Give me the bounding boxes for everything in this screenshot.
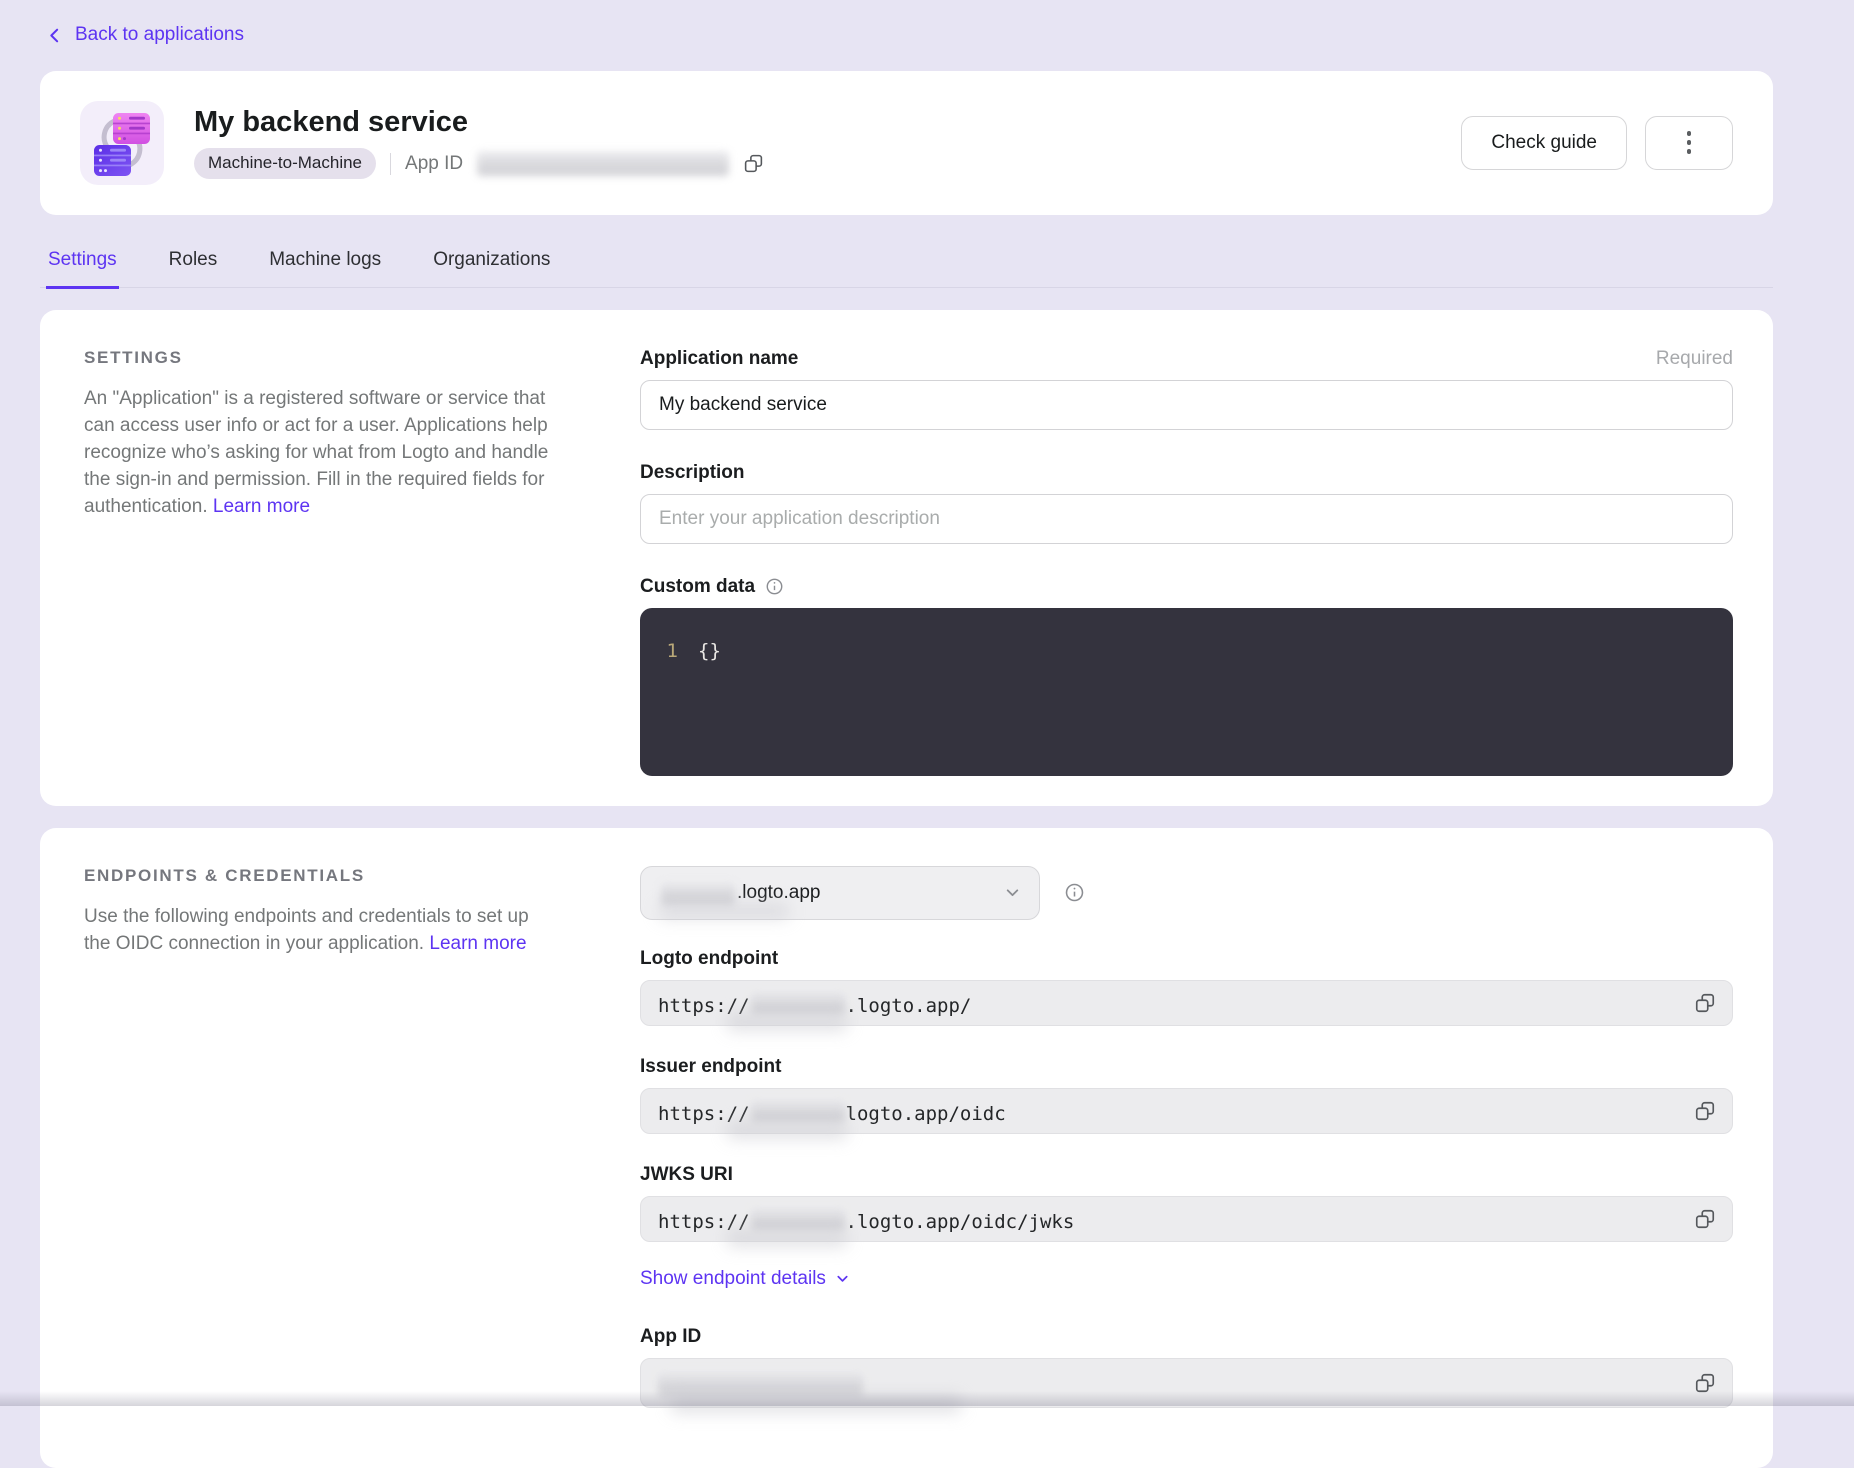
application-name-input[interactable] [640, 380, 1733, 430]
endpoints-section-description: Use the following endpoints and credenti… [84, 903, 554, 957]
copy-icon[interactable] [1690, 1096, 1720, 1126]
editor-line-number: 1 [640, 640, 698, 776]
application-name-group: Application name Required [640, 348, 1733, 430]
copy-icon[interactable] [1690, 988, 1720, 1018]
more-actions-button[interactable] [1645, 116, 1733, 170]
description-input[interactable] [640, 494, 1733, 544]
domain-suffix: .logto.app [737, 882, 820, 904]
app-id-group: App ID [640, 1326, 1733, 1408]
copy-icon[interactable] [743, 153, 764, 174]
divider [390, 153, 391, 175]
description-label: Description [640, 462, 745, 484]
back-to-applications-link[interactable]: Back to applications [46, 24, 244, 46]
editor-content: {} [698, 640, 721, 776]
info-circle-icon[interactable] [765, 577, 784, 596]
machine-to-machine-icon [80, 101, 164, 185]
description-group: Description [640, 462, 1733, 544]
logto-endpoint-field[interactable]: https://.logto.app/ [640, 980, 1733, 1026]
show-endpoint-details-link[interactable]: Show endpoint details [640, 1268, 850, 1290]
redacted-host [751, 1099, 845, 1122]
redacted-app-id [477, 151, 729, 176]
redacted-tenant-id [661, 882, 735, 905]
chevron-down-icon [835, 1271, 850, 1286]
settings-section-heading: SETTINGS [84, 348, 554, 368]
custom-data-label: Custom data [640, 576, 755, 598]
application-header-card: My backend service Machine-to-Machine Ap… [40, 71, 1773, 215]
redacted-app-id-value [658, 1371, 863, 1396]
custom-data-group: Custom data 1 {} [640, 576, 1733, 776]
chevron-down-icon [1004, 884, 1021, 901]
settings-learn-more-link[interactable]: Learn more [213, 496, 310, 517]
logto-endpoint-label: Logto endpoint [640, 948, 1733, 970]
tab-organizations[interactable]: Organizations [431, 241, 552, 289]
app-id-label: App ID [405, 153, 463, 175]
redacted-host [751, 991, 845, 1014]
tab-machine-logs[interactable]: Machine logs [267, 241, 383, 289]
issuer-endpoint-label: Issuer endpoint [640, 1056, 1733, 1078]
back-link-label: Back to applications [75, 24, 244, 46]
copy-icon[interactable] [1690, 1204, 1720, 1234]
page: Back to applications [40, 0, 1773, 1468]
issuer-endpoint-group: Issuer endpoint https://logto.app/oidc [640, 1056, 1733, 1134]
custom-data-editor[interactable]: 1 {} [640, 608, 1733, 776]
tab-bar: Settings Roles Machine logs Organization… [40, 241, 1773, 288]
issuer-endpoint-field[interactable]: https://logto.app/oidc [640, 1088, 1733, 1134]
tab-settings[interactable]: Settings [46, 241, 119, 289]
required-hint: Required [1656, 348, 1733, 370]
jwks-uri-field[interactable]: https://.logto.app/oidc/jwks [640, 1196, 1733, 1242]
tab-roles[interactable]: Roles [167, 241, 220, 289]
application-name-label: Application name [640, 348, 798, 370]
app-type-badge: Machine-to-Machine [194, 148, 376, 178]
domain-selector[interactable]: .logto.app [640, 866, 1040, 920]
copy-icon[interactable] [1690, 1368, 1720, 1398]
app-id-field[interactable] [640, 1358, 1733, 1408]
settings-card: SETTINGS An "Application" is a registere… [40, 310, 1773, 806]
endpoints-section-heading: ENDPOINTS & CREDENTIALS [84, 866, 554, 886]
logto-endpoint-group: Logto endpoint https://.logto.app/ [640, 948, 1733, 1026]
app-id-field-label: App ID [640, 1326, 1733, 1348]
kebab-menu-icon [1687, 131, 1692, 136]
chevron-left-icon [46, 27, 63, 44]
jwks-uri-group: JWKS URI https://.logto.app/oidc/jwks [640, 1164, 1733, 1242]
settings-section-description: An "Application" is a registered softwar… [84, 385, 554, 520]
redacted-host [751, 1207, 845, 1230]
page-title: My backend service [194, 106, 764, 139]
endpoints-card: ENDPOINTS & CREDENTIALS Use the followin… [40, 828, 1773, 1468]
check-guide-button[interactable]: Check guide [1461, 116, 1627, 170]
endpoints-learn-more-link[interactable]: Learn more [429, 933, 526, 954]
info-circle-icon[interactable] [1064, 882, 1085, 903]
jwks-uri-label: JWKS URI [640, 1164, 1733, 1186]
